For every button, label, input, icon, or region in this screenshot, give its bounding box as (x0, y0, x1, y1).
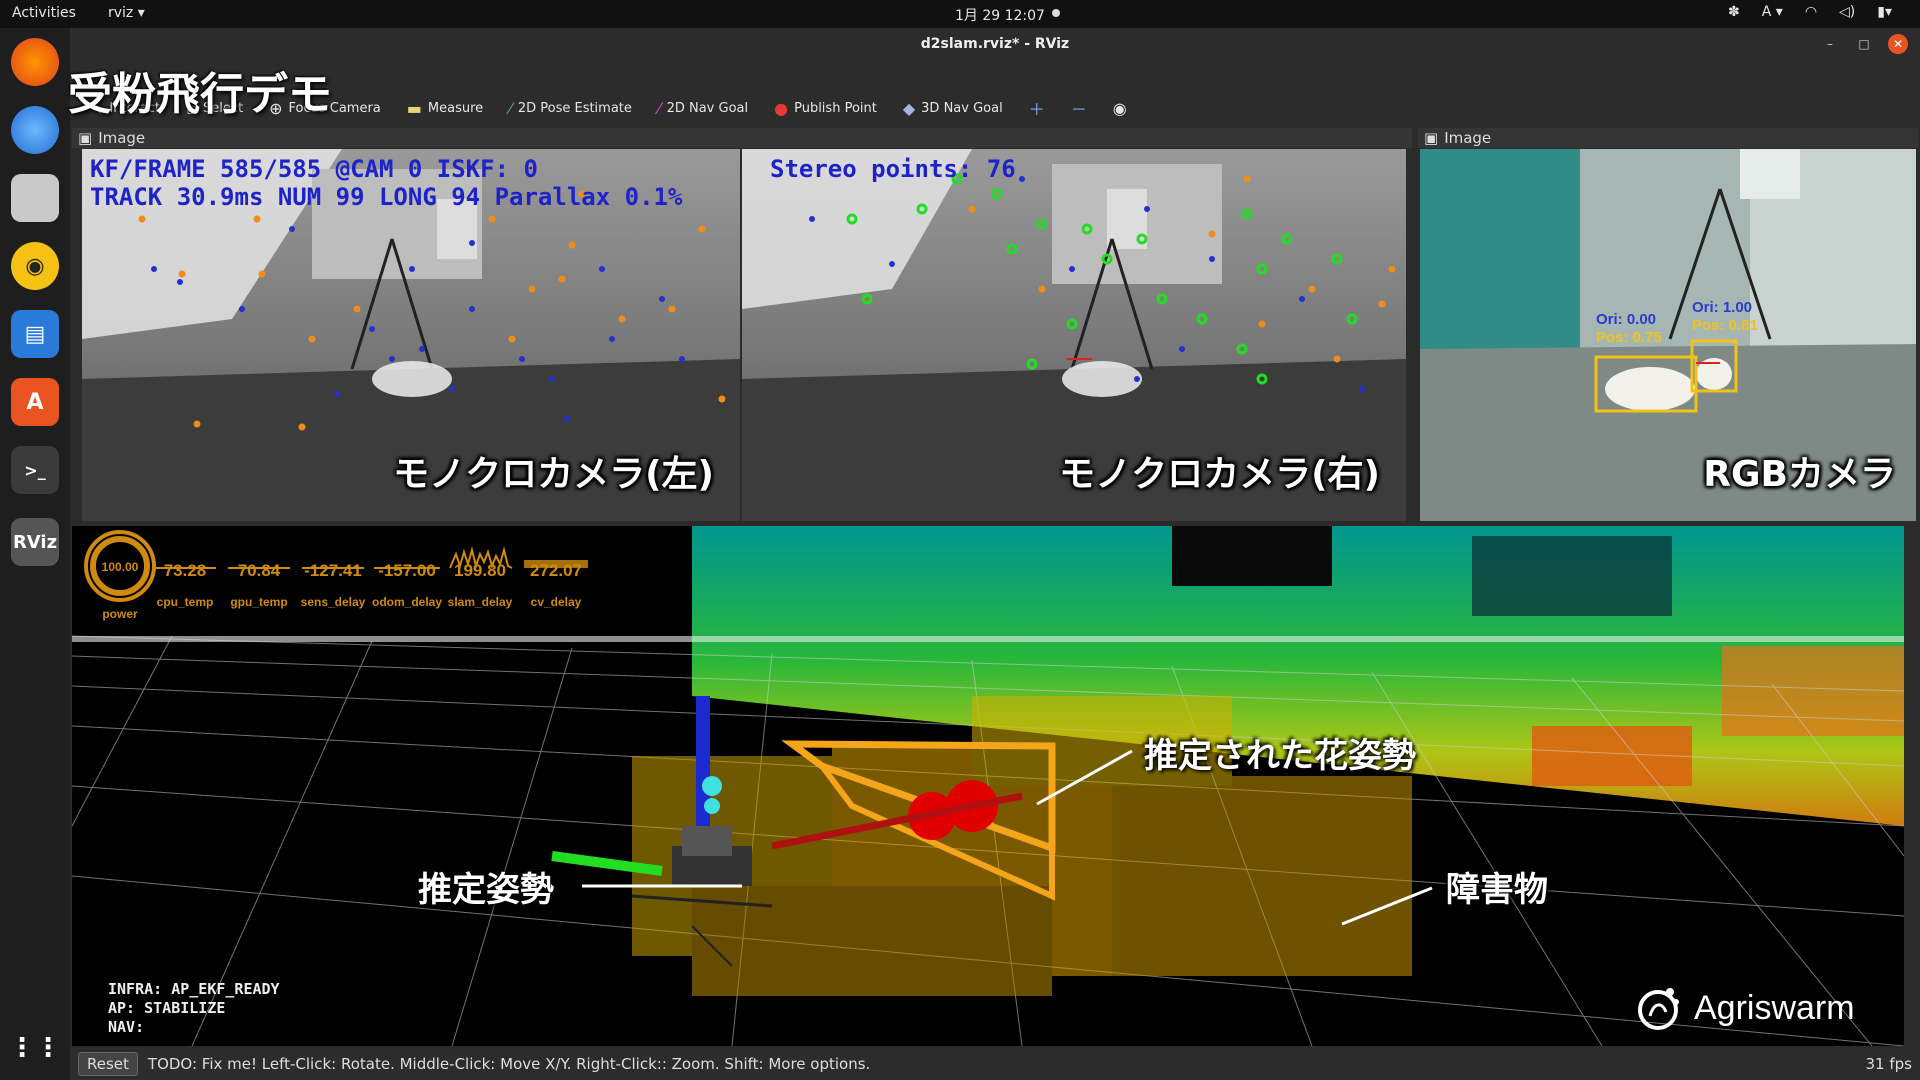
software-center-icon[interactable]: A (11, 378, 59, 426)
det2-ori: Ori: 1.00 (1692, 299, 1753, 316)
mouse-hint-text: TODO: Fix me! Left-Click: Rotate. Middle… (147, 1055, 871, 1073)
system-tray: ✽ A ▾ ◠ ◁) ▮▾ (1728, 4, 1892, 20)
gauge-slam-delay: 199.80 slam_delay (448, 546, 513, 609)
det1-ori: Ori: 0.00 (1596, 311, 1657, 328)
gauge-odom-delay: -157.00 odom_delay (372, 561, 442, 609)
mono-left-label: モノクロカメラ(左) (393, 454, 714, 495)
window-title: d2slam.rviz* - RViz (920, 36, 1070, 52)
close-button[interactable]: ✕ (1888, 34, 1908, 54)
image-panel-left-header[interactable]: ▣ Image (72, 128, 1412, 148)
cpu-temp-value: 73.28 (164, 561, 207, 580)
det1-pos: Pos: 0.75 (1596, 329, 1662, 346)
diamond-icon: ◆ (902, 98, 916, 118)
image-icon: ▣ (78, 129, 93, 147)
pin-icon: ● (774, 98, 789, 118)
firefox-icon[interactable] (11, 38, 59, 86)
rgb-camera-view[interactable]: Ori: 0.00 Pos: 0.75 Ori: 1.00 Pos: 0.81 … (1420, 149, 1916, 521)
image-panel-right-header[interactable]: ▣ Image (1418, 128, 1918, 148)
eye-icon: ◉ (1112, 98, 1127, 118)
estimated-pose-annotation: 推定姿勢 (418, 870, 554, 910)
magenta-arrow-icon: ⁄ (657, 98, 661, 118)
writer-icon[interactable]: ▤ (11, 310, 59, 358)
dock: ◉ ▤ A >_ RViz ⋮⋮ (0, 28, 70, 1080)
minus-icon: － (1070, 100, 1087, 119)
gauge-cpu-temp: 73.28 cpu_temp (154, 561, 216, 609)
tool-2d-nav-goal[interactable]: ⁄ 2D Nav Goal (658, 99, 748, 118)
tool-visibility-button[interactable]: ◉ (1113, 99, 1127, 118)
tool-publish-point[interactable]: ● Publish Point (774, 99, 877, 118)
reset-button[interactable]: Reset (78, 1052, 138, 1076)
det2-pos: Pos: 0.81 (1692, 317, 1758, 334)
mono-camera-left-view[interactable]: KF/FRAME 585/585 @CAM 0 ISKF: 0 TRACK 30… (82, 149, 740, 521)
video-title: 受粉飛行デモ (68, 69, 332, 120)
maximize-button[interactable]: □ (1854, 34, 1874, 54)
gauge-gpu-temp: 70.84 gpu_temp (228, 561, 290, 609)
remove-tool-button[interactable]: － (1071, 96, 1087, 120)
clock[interactable]: 1月 29 12:07 (955, 5, 1045, 25)
ruler-icon: ▬ (406, 98, 422, 118)
power-value: 100.00 (102, 560, 139, 574)
gpu-temp-value: 70.84 (238, 561, 281, 580)
plus-icon: ＋ (1028, 100, 1045, 119)
tool-2d-pose-estimate[interactable]: ⁄ 2D Pose Estimate (509, 99, 632, 118)
green-arrow-icon: ⁄ (509, 98, 512, 118)
odom-delay-label: odom_delay (372, 595, 442, 609)
rviz-3d-view[interactable]: 100.00 power 73.28 cpu_temp 70.84 gpu_te… (72, 526, 1904, 1046)
flower-pose-annotation: 推定された花姿勢 (1144, 736, 1416, 776)
image-icon: ▣ (1424, 129, 1439, 147)
activities-button[interactable]: Activities (12, 5, 76, 21)
menu-bar (70, 62, 1920, 92)
input-language[interactable]: A ▾ (1762, 4, 1783, 20)
infra-status-text: INFRA: AP_EKF_READY AP: STABILIZE NAV: (108, 980, 280, 1036)
sens-delay-value: -127.41 (304, 561, 362, 580)
files-icon[interactable] (11, 174, 59, 222)
brand-name: Agriswarm (1694, 988, 1855, 1027)
battery-icon[interactable]: ▮▾ (1877, 4, 1892, 20)
notification-dot (1052, 9, 1060, 17)
window-titlebar: d2slam.rviz* - RViz – □ ✕ (70, 28, 1920, 63)
slam-delay-value: 199.80 (454, 561, 506, 580)
rviz-icon[interactable]: RViz (11, 518, 59, 566)
network-icon[interactable]: ✽ (1728, 4, 1740, 20)
slam-status-line1: KF/FRAME 585/585 @CAM 0 ISKF: 0 (90, 155, 538, 183)
agriswarm-icon (1638, 988, 1679, 1030)
app-grid-icon[interactable]: ⋮⋮ (9, 1024, 61, 1072)
status-bar: Reset TODO: Fix me! Left-Click: Rotate. … (70, 1048, 1920, 1080)
gpu-temp-label: gpu_temp (230, 595, 287, 609)
slam-delay-label: slam_delay (448, 595, 513, 609)
cv-delay-label: cv_delay (531, 595, 582, 609)
volume-icon[interactable]: ◁) (1839, 4, 1855, 20)
agriswarm-logo: Agriswarm (1632, 982, 1855, 1034)
cpu-temp-label: cpu_temp (157, 595, 214, 609)
top-bar: Activities rviz ▾ 1月 29 12:07 ✽ A ▾ ◠ ◁)… (0, 0, 1920, 28)
cv-delay-value: 272.07 (530, 561, 582, 580)
tool-3d-nav-goal[interactable]: ◆ 3D Nav Goal (903, 99, 1003, 118)
obstacle-annotation: 障害物 (1446, 870, 1548, 910)
mono-camera-right-view[interactable]: Stereo points: 76 モノクロカメラ(右) (742, 149, 1406, 521)
odom-delay-value: -157.00 (378, 561, 436, 580)
thunderbird-icon[interactable] (11, 106, 59, 154)
terminal-icon[interactable]: >_ (11, 446, 59, 494)
app-menu[interactable]: rviz ▾ (108, 5, 145, 21)
rgb-camera-label: RGBカメラ (1703, 454, 1896, 495)
status-gauges: 100.00 power 73.28 cpu_temp 70.84 gpu_te… (84, 530, 588, 621)
tool-measure[interactable]: ▬ Measure (407, 99, 483, 118)
mono-right-label: モノクロカメラ(右) (1059, 454, 1380, 495)
power-label: power (102, 607, 138, 621)
add-tool-button[interactable]: ＋ (1029, 96, 1045, 120)
stereo-points-text: Stereo points: 76 (770, 155, 1016, 183)
wifi-icon[interactable]: ◠ (1805, 4, 1817, 20)
sens-delay-label: sens_delay (301, 595, 366, 609)
slam-status-line2: TRACK 30.9ms NUM 99 LONG 94 Parallax 0.1… (90, 183, 683, 211)
minimize-button[interactable]: – (1820, 34, 1840, 54)
gauge-sens-delay: -127.41 sens_delay (301, 561, 366, 609)
rhythmbox-icon[interactable]: ◉ (11, 242, 59, 290)
gauge-cv-delay: 272.07 cv_delay (524, 560, 588, 609)
fps-counter: 31 fps (1865, 1055, 1912, 1073)
toolbar: ↖ Interact ▫ Select ⊕ Focus Camera ▬ Measure… (70, 92, 1920, 124)
